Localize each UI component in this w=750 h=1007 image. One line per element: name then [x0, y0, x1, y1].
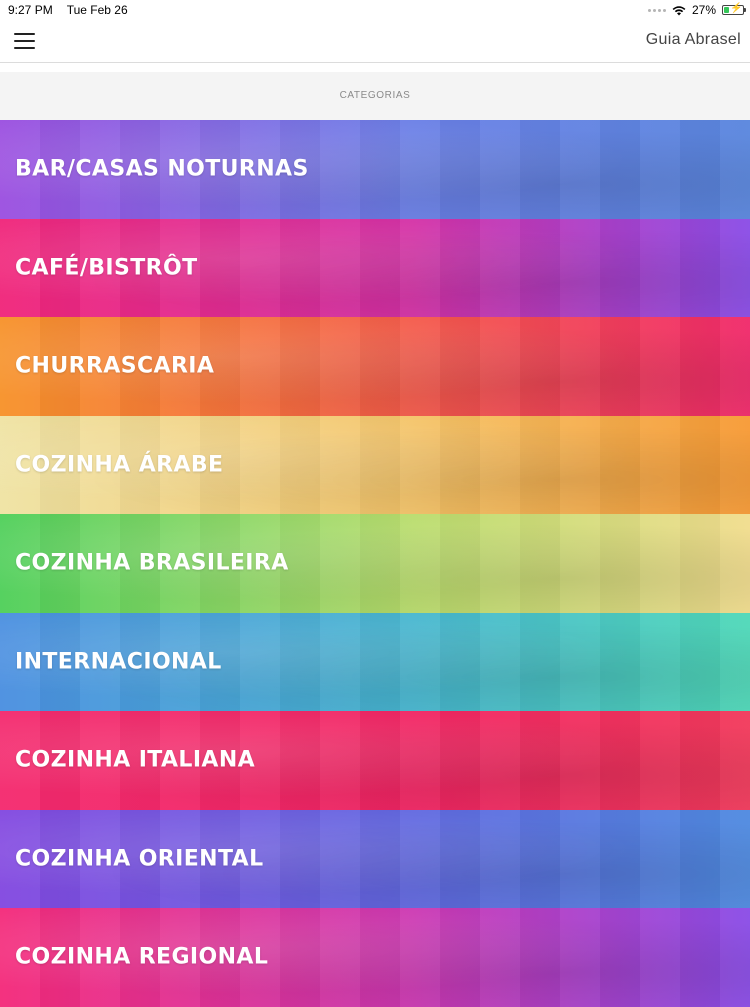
category-item[interactable]: CAFÉ/BISTRÔT [0, 218, 750, 317]
category-label: BAR/CASAS NOTURNAS [15, 156, 309, 182]
hamburger-menu-icon[interactable] [14, 33, 35, 49]
category-item[interactable]: COZINHA ITALIANA [0, 711, 750, 810]
category-item[interactable]: CHURRASCARIA [0, 317, 750, 416]
category-label: INTERNACIONAL [15, 649, 222, 675]
category-label: CAFÉ/BISTRÔT [15, 255, 198, 281]
category-item[interactable]: COZINHA BRASILEIRA [0, 514, 750, 613]
status-left: 9:27 PM Tue Feb 26 [8, 3, 128, 17]
status-time: 9:27 PM [8, 3, 53, 17]
wifi-icon [672, 5, 686, 15]
battery-percent: 27% [691, 3, 716, 17]
category-label: COZINHA REGIONAL [15, 944, 269, 970]
navigation-bar: Guia Abrasel [0, 20, 750, 63]
status-date: Tue Feb 26 [66, 3, 128, 17]
charging-bolt-icon: ⚡ [730, 3, 743, 14]
category-item[interactable]: COZINHA REGIONAL [0, 908, 750, 1007]
category-label: COZINHA BRASILEIRA [15, 550, 289, 576]
section-header: CATEGORIAS [0, 72, 750, 120]
category-item[interactable]: INTERNACIONAL [0, 612, 750, 711]
battery-icon: ⚡ [722, 3, 746, 15]
status-bar: 9:27 PM Tue Feb 26 27% ⚡ [0, 0, 750, 20]
category-list: BAR/CASAS NOTURNAS CAFÉ/BISTRÔT CHURRASCAR… [0, 120, 750, 1007]
category-item[interactable]: COZINHA ORIENTAL [0, 809, 750, 908]
category-label: COZINHA ÁRABE [15, 452, 224, 478]
battery-fill [724, 7, 729, 13]
cellular-signal-icon [647, 8, 666, 12]
app-title: Guia Abrasel [645, 31, 741, 48]
category-item[interactable]: BAR/CASAS NOTURNAS [0, 120, 750, 219]
section-header-label: CATEGORIAS [339, 90, 411, 101]
status-right: 27% ⚡ [647, 3, 746, 17]
category-label: CHURRASCARIA [15, 353, 215, 379]
category-label: COZINHA ITALIANA [15, 747, 256, 773]
category-item[interactable]: COZINHA ÁRABE [0, 415, 750, 514]
category-label: COZINHA ORIENTAL [15, 846, 264, 872]
